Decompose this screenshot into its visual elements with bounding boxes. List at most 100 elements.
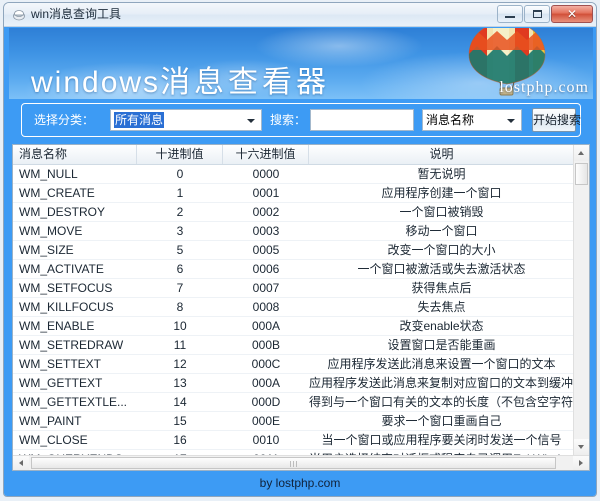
cell-description: 一个窗口被销毁: [399, 205, 484, 219]
table-row[interactable]: WM_CREATE 1 0001 应用程序创建一个窗口: [13, 184, 574, 203]
column-header-desc[interactable]: 说明: [309, 145, 574, 164]
minimize-button[interactable]: [497, 5, 523, 23]
banner-title-cn: 消息查看器: [160, 66, 331, 99]
cell-decimal: 14: [173, 395, 187, 409]
client-area: windows消息查看器 lostphp.com 选择分类： 所有消息 搜索： …: [4, 27, 596, 496]
cell-message-name: WM_KILLFOCUS: [19, 300, 114, 314]
cell-message-name: WM_ACTIVATE: [19, 262, 104, 276]
cell-hex: 000A: [251, 319, 281, 333]
table-row[interactable]: WM_MOVE 3 0003 移动一个窗口: [13, 222, 574, 241]
cell-decimal: 6: [176, 262, 184, 276]
cell-message-name: WM_ENABLE: [19, 319, 95, 333]
chevron-down-icon[interactable]: [243, 111, 260, 129]
scroll-left-button[interactable]: [13, 456, 29, 470]
table-row[interactable]: WM_GETTEXT 13 000A 应用程序发送此消息来复制对应窗口的文本到缓冲区: [13, 374, 574, 393]
cell-decimal: 2: [176, 205, 184, 219]
cell-decimal: 12: [173, 357, 187, 371]
app-icon: [12, 8, 26, 22]
close-button[interactable]: ✕: [551, 5, 593, 23]
column-header-hex[interactable]: 十六进制值: [223, 145, 309, 164]
table-row[interactable]: WM_KILLFOCUS 8 0008 失去焦点: [13, 298, 574, 317]
cell-message-name: WM_NULL: [19, 167, 78, 181]
category-select-value: 所有消息: [114, 112, 165, 128]
cell-description: 应用程序发送此消息来复制对应窗口的文本到缓冲区: [309, 376, 574, 390]
table-row[interactable]: WM_SIZE 5 0005 改变一个窗口的大小: [13, 241, 574, 260]
table-row[interactable]: WM_GETTEXTLE... 14 000D 得到与一个窗口有关的文本的长度（不包含…: [13, 393, 574, 412]
cell-description: 改变enable状态: [399, 319, 484, 333]
cell-description: 移动一个窗口: [405, 224, 478, 238]
cell-message-name: WM_SETREDRAW: [19, 338, 124, 352]
table-row[interactable]: WM_PAINT 15 000E 要求一个窗口重画自己: [13, 412, 574, 431]
header-banner: windows消息查看器 lostphp.com: [9, 28, 593, 99]
maximize-icon: [533, 10, 542, 18]
cell-description: 设置窗口是否能重画: [387, 338, 496, 352]
scroll-down-button[interactable]: [574, 439, 589, 455]
cell-hex: 0000: [252, 167, 280, 181]
table-row[interactable]: WM_SETTEXT 12 000C 应用程序发送此消息来设置一个窗口的文本: [13, 355, 574, 374]
cell-message-name: WM_CREATE: [19, 186, 95, 200]
title-bar[interactable]: win消息查询工具 ✕: [4, 3, 596, 27]
cell-message-name: WM_GETTEXT: [19, 376, 103, 390]
cell-description: 一个窗口被激活或失去激活状态: [357, 262, 526, 276]
scroll-right-button[interactable]: [573, 456, 589, 470]
maximize-button[interactable]: [524, 5, 550, 23]
cell-description: 得到与一个窗口有关的文本的长度（不包含空字符）: [309, 395, 574, 409]
banner-title: windows消息查看器: [31, 66, 330, 99]
footer-credit: by lostphp.com: [259, 476, 341, 490]
search-field-value: 消息名称: [426, 113, 475, 127]
horizontal-scrollbar[interactable]: [13, 455, 589, 470]
window-controls: ✕: [497, 5, 593, 23]
column-header-decimal[interactable]: 十进制值: [137, 145, 223, 164]
cell-hex: 000A: [251, 376, 281, 390]
scroll-up-button[interactable]: [574, 145, 589, 161]
search-field-select[interactable]: 消息名称: [422, 109, 522, 131]
cell-message-name: WM_DESTROY: [19, 205, 106, 219]
cell-hex: 0008: [252, 300, 280, 314]
cell-hex: 0005: [252, 243, 280, 257]
table-row[interactable]: WM_NULL 0 0000 暂无说明: [13, 165, 574, 184]
cell-hex: 000E: [251, 414, 281, 428]
application-window: win消息查询工具 ✕ windows消息查看器 lostphp.com 选择分…: [3, 2, 597, 497]
cell-message-name: WM_SETFOCUS: [19, 281, 113, 295]
cell-description: 应用程序创建一个窗口: [381, 186, 502, 200]
category-select[interactable]: 所有消息: [110, 109, 262, 131]
table-row[interactable]: WM_SETREDRAW 11 000B 设置窗口是否能重画: [13, 336, 574, 355]
cell-description: 应用程序发送此消息来设置一个窗口的文本: [327, 357, 556, 371]
table-row[interactable]: WM_ENABLE 10 000A 改变enable状态: [13, 317, 574, 336]
vertical-scrollbar[interactable]: [573, 145, 589, 455]
horizontal-scroll-thumb[interactable]: [31, 457, 556, 469]
table-row[interactable]: WM_DESTROY 2 0002 一个窗口被销毁: [13, 203, 574, 222]
cell-decimal: 5: [176, 243, 184, 257]
banner-title-en: windows: [31, 66, 161, 99]
cell-description: 改变一个窗口的大小: [387, 243, 496, 257]
chevron-down-icon[interactable]: [503, 111, 520, 129]
cell-hex: 0001: [252, 186, 280, 200]
window-title: win消息查询工具: [31, 7, 122, 21]
cell-hex: 0007: [252, 281, 280, 295]
cell-message-name: WM_SIZE: [19, 243, 74, 257]
search-label: 搜索：: [270, 113, 307, 127]
cell-decimal: 0: [176, 167, 184, 181]
cell-message-name: WM_MOVE: [19, 224, 83, 238]
cell-description: 当一个窗口或应用程序要关闭时发送一个信号: [321, 433, 562, 447]
messages-table: 消息名称 十进制值 十六进制值 说明 WM_NULL 0 0000 暂无说明 WM_CR…: [12, 144, 590, 471]
cell-hex: 0010: [252, 433, 280, 447]
table-row[interactable]: WM_CLOSE 16 0010 当一个窗口或应用程序要关闭时发送一个信号: [13, 431, 574, 450]
cell-message-name: WM_SETTEXT: [19, 357, 102, 371]
table-row[interactable]: WM_ACTIVATE 6 0006 一个窗口被激活或失去激活状态: [13, 260, 574, 279]
cell-decimal: 13: [173, 376, 187, 390]
column-header-name[interactable]: 消息名称: [13, 145, 137, 164]
vertical-scroll-thumb[interactable]: [575, 163, 588, 185]
cell-decimal: 10: [173, 319, 187, 333]
cell-hex: 000D: [251, 395, 281, 409]
cell-description: 失去焦点: [417, 300, 466, 314]
cell-decimal: 7: [176, 281, 184, 295]
table-row[interactable]: WM_SETFOCUS 7 0007 获得焦点后: [13, 279, 574, 298]
minimize-icon: [505, 16, 515, 18]
cell-description: 要求一个窗口重画自己: [381, 414, 502, 428]
start-search-button[interactable]: 开始搜索: [532, 108, 581, 132]
search-input[interactable]: [310, 109, 414, 131]
category-label: 选择分类：: [34, 113, 95, 127]
cell-hex: 0002: [252, 205, 280, 219]
app-root: win消息查询工具 ✕ windows消息查看器 lostphp.com 选择分…: [0, 0, 600, 501]
